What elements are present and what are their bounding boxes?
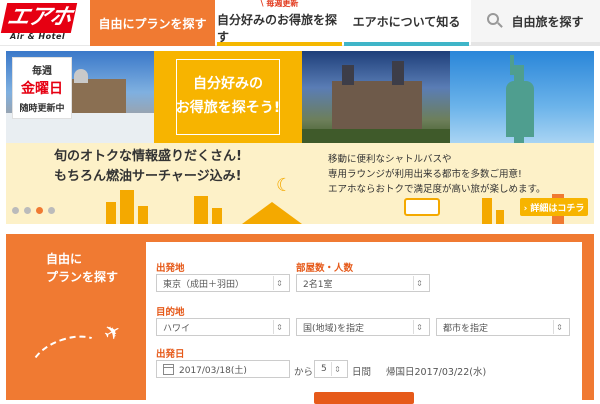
site-header: エアホ Air & Hotel 自由にプランを探す 毎週更新 自分好みのお得旅を… bbox=[0, 0, 600, 46]
city-select[interactable]: 都市を指定 ⇕ bbox=[436, 318, 570, 336]
statue-photo bbox=[450, 51, 594, 143]
nav-about[interactable]: エアホについて知る bbox=[344, 0, 469, 46]
search-submit-button[interactable] bbox=[314, 392, 414, 404]
chevron-down-icon: ⇕ bbox=[331, 362, 343, 376]
search-title-line-2: プランを探す bbox=[46, 270, 119, 284]
nav-free-plan-label: 自由にプランを探す bbox=[98, 16, 207, 31]
update-status: 随時更新中 bbox=[19, 104, 65, 114]
departure-select[interactable]: 東京（成田＋羽田） ⇕ bbox=[156, 274, 290, 292]
skyline-building bbox=[106, 202, 116, 224]
site-logo[interactable]: エアホ Air & Hotel bbox=[0, 3, 84, 43]
slide-dot[interactable] bbox=[12, 207, 19, 214]
from-text: から bbox=[294, 367, 314, 378]
bus-icon bbox=[404, 198, 440, 216]
nav-favorite-trips[interactable]: 毎週更新 自分好みのお得旅を探す bbox=[217, 0, 342, 46]
copy-right-line-2: 専用ラウンジが利用出来る都市を多数ご用意! bbox=[328, 169, 522, 180]
slide-dot[interactable] bbox=[48, 207, 55, 214]
banner-copy-right: 移動に便利なシャトルバスや 専用ラウンジが利用出来る都市を多数ご用意! エアホな… bbox=[328, 152, 546, 197]
skyline-building bbox=[482, 198, 492, 224]
rooms-value: 2名1室 bbox=[303, 279, 333, 290]
destination-label: 目的地 bbox=[156, 307, 185, 318]
skyline-building bbox=[120, 190, 134, 224]
departure-date-value: 2017/03/18(土) bbox=[179, 365, 247, 376]
search-title-line-1: 自由に bbox=[46, 252, 83, 266]
date-label: 出発日 bbox=[156, 349, 185, 360]
city-value: 都市を指定 bbox=[443, 323, 489, 334]
destination-region-value: ハワイ bbox=[163, 323, 191, 334]
chevron-down-icon: ⇕ bbox=[413, 276, 425, 290]
rooms-label: 部屋数・人数 bbox=[296, 263, 354, 274]
weekly-update-badge: 毎週更新 bbox=[261, 0, 298, 9]
chevron-down-icon: ⇕ bbox=[273, 276, 285, 290]
country-value: 国(地域)を指定 bbox=[303, 323, 365, 334]
days-select[interactable]: 5 ⇕ bbox=[314, 360, 348, 378]
calendar-icon bbox=[163, 363, 174, 375]
return-date-text: 帰国日2017/03/22(水) bbox=[386, 367, 487, 378]
nav-favorite-trips-label: 自分好みのお得旅を探す bbox=[217, 12, 338, 44]
airplane-icon: ✈ bbox=[99, 317, 126, 347]
departure-value: 東京（成田＋羽田） bbox=[163, 279, 245, 290]
search-form: 出発地 東京（成田＋羽田） ⇕ 部屋数・人数 2名1室 ⇕ 目的地 ハワイ ⇕ … bbox=[146, 242, 582, 400]
chevron-down-icon: ⇕ bbox=[273, 320, 285, 334]
weekly-label: 毎週 bbox=[32, 66, 52, 77]
search-icon bbox=[487, 13, 504, 29]
weekday-label: 金曜日 bbox=[21, 81, 63, 97]
logo-mark: エアホ bbox=[0, 3, 78, 33]
promo-banner[interactable]: 毎週 金曜日 随時更新中 自分好みの お得旅を探そう! 旬のオトクな情報盛りだく… bbox=[6, 51, 594, 224]
copy-left-line-2: もちろん燃油サーチャージ込み! bbox=[54, 169, 242, 184]
nav-free-travel-label: 自由旅を探す bbox=[511, 14, 584, 29]
plan-search-panel: 自由に プランを探す ✈ 出発地 東京（成田＋羽田） ⇕ 部屋数・人数 2名1室… bbox=[6, 234, 594, 400]
castle-photo bbox=[302, 51, 450, 143]
departure-date-input[interactable]: 2017/03/18(土) bbox=[156, 360, 290, 378]
slide-dot[interactable] bbox=[24, 207, 31, 214]
destination-region-select[interactable]: ハワイ ⇕ bbox=[156, 318, 290, 336]
days-value: 5 bbox=[321, 364, 327, 374]
weekly-update-card: 毎週 金曜日 随時更新中 bbox=[12, 57, 72, 119]
flight-path-decoration bbox=[22, 325, 114, 399]
nav-free-plan[interactable]: 自由にプランを探す bbox=[90, 0, 215, 46]
nav-free-travel-search[interactable]: 自由旅を探す bbox=[471, 0, 600, 46]
days-unit: 日間 bbox=[352, 367, 372, 378]
copy-left-line-1: 旬のオトクな情報盛りだくさん! bbox=[54, 149, 242, 164]
departure-label: 出発地 bbox=[156, 263, 185, 274]
banner-copy-left: 旬のオトクな情報盛りだくさん! もちろん燃油サーチャージ込み! bbox=[54, 147, 242, 187]
moon-icon: ☾ bbox=[276, 175, 293, 196]
headline-line-2: お得旅を探そう! bbox=[175, 100, 281, 116]
headline-panel: 自分好みの お得旅を探そう! bbox=[154, 51, 302, 143]
detail-button[interactable]: › 詳細はコチラ bbox=[520, 198, 588, 216]
slide-indicator bbox=[12, 207, 60, 214]
slide-dot-active[interactable] bbox=[36, 207, 43, 214]
copy-right-line-1: 移動に便利なシャトルバスや bbox=[328, 154, 452, 165]
skyline-building bbox=[212, 208, 222, 224]
rooms-select[interactable]: 2名1室 ⇕ bbox=[296, 274, 430, 292]
copy-right-line-3: エアホならおトクで満足度が高い旅が楽しめます。 bbox=[328, 184, 546, 195]
country-select[interactable]: 国(地域)を指定 ⇕ bbox=[296, 318, 430, 336]
skyline-building bbox=[194, 196, 208, 224]
chevron-down-icon: ⇕ bbox=[553, 320, 565, 334]
logo-tagline: Air & Hotel bbox=[10, 32, 66, 41]
skyline-building bbox=[496, 210, 504, 224]
skyline-building bbox=[138, 206, 148, 224]
chevron-down-icon: ⇕ bbox=[413, 320, 425, 334]
search-panel-title: 自由に プランを探す bbox=[46, 250, 118, 286]
headline-line-1: 自分好みの bbox=[193, 76, 263, 92]
nav-about-label: エアホについて知る bbox=[352, 14, 461, 29]
